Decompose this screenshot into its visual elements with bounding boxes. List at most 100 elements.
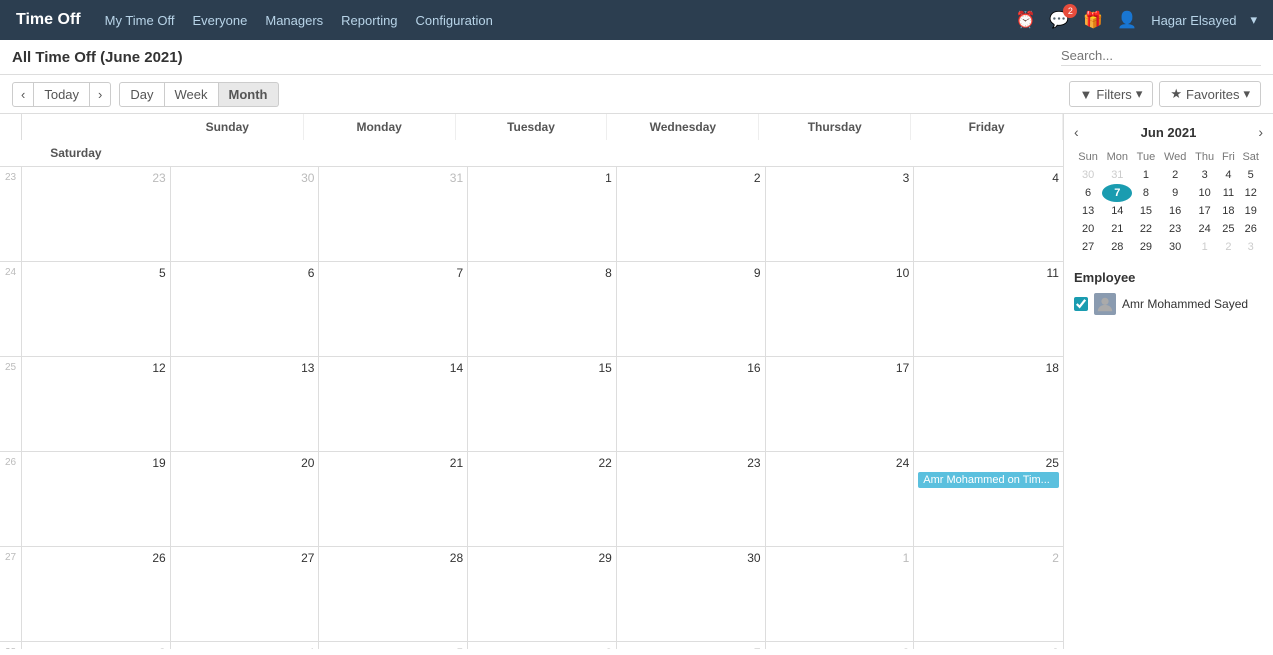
cal-day-tue-w1[interactable]: 31 [319, 167, 468, 262]
mini-day-11[interactable]: 11 [1218, 184, 1238, 202]
nav-reporting[interactable]: Reporting [341, 13, 397, 28]
mini-day-2-next[interactable]: 2 [1218, 238, 1238, 256]
mini-day-31-prev[interactable]: 31 [1102, 166, 1132, 184]
cal-day-fri-w6[interactable]: 8 [766, 642, 915, 649]
mini-day-30[interactable]: 30 [1159, 238, 1191, 256]
mini-day-28[interactable]: 28 [1102, 238, 1132, 256]
cal-day-tue-w6[interactable]: 5 [319, 642, 468, 649]
cal-day-sat-w3[interactable]: 18 [914, 357, 1063, 452]
chat-icon[interactable]: 💬 2 [1049, 10, 1069, 30]
nav-everyone[interactable]: Everyone [192, 13, 247, 28]
cal-day-fri-w1[interactable]: 3 [766, 167, 915, 262]
mini-day-22[interactable]: 22 [1132, 220, 1159, 238]
mini-day-21[interactable]: 21 [1102, 220, 1132, 238]
day-view-button[interactable]: Day [119, 82, 164, 107]
cal-day-sat-w1[interactable]: 4 [914, 167, 1063, 262]
mini-next-button[interactable]: › [1258, 124, 1263, 140]
mini-day-12[interactable]: 12 [1238, 184, 1263, 202]
next-button[interactable]: › [89, 82, 111, 107]
mini-day-9[interactable]: 9 [1159, 184, 1191, 202]
mini-day-3[interactable]: 3 [1191, 166, 1218, 184]
mini-day-7-today[interactable]: 7 [1102, 184, 1132, 202]
cal-day-sun-w5[interactable]: 26 [22, 547, 171, 642]
mini-day-30-prev[interactable]: 30 [1074, 166, 1102, 184]
cal-day-thu-w5[interactable]: 30 [617, 547, 766, 642]
cal-day-fri-w2[interactable]: 10 [766, 262, 915, 357]
cal-day-mon-w5[interactable]: 27 [171, 547, 320, 642]
mini-day-10[interactable]: 10 [1191, 184, 1218, 202]
cal-day-thu-w6[interactable]: 7 [617, 642, 766, 649]
employee-checkbox[interactable] [1074, 297, 1088, 311]
cal-day-sun-w6[interactable]: 3 [22, 642, 171, 649]
mini-prev-button[interactable]: ‹ [1074, 124, 1079, 140]
cal-day-thu-w2[interactable]: 9 [617, 262, 766, 357]
gift-icon[interactable]: 🎁 [1083, 10, 1103, 30]
week-view-button[interactable]: Week [165, 82, 219, 107]
mini-day-19[interactable]: 19 [1238, 202, 1263, 220]
clock-icon[interactable]: ⏰ [1016, 10, 1036, 30]
prev-button[interactable]: ‹ [12, 82, 34, 107]
cal-day-sun-w4[interactable]: 19 [22, 452, 171, 547]
mini-day-1-next[interactable]: 1 [1191, 238, 1218, 256]
mini-day-15[interactable]: 15 [1132, 202, 1159, 220]
cal-day-sat-w2[interactable]: 11 [914, 262, 1063, 357]
cal-event-amr[interactable]: Amr Mohammed on Tim... [918, 472, 1059, 488]
mini-day-5[interactable]: 5 [1238, 166, 1263, 184]
cal-day-mon-w1[interactable]: 30 [171, 167, 320, 262]
cal-day-wed-w3[interactable]: 15 [468, 357, 617, 452]
mini-day-16[interactable]: 16 [1159, 202, 1191, 220]
cal-day-tue-w5[interactable]: 28 [319, 547, 468, 642]
user-icon[interactable]: 👤 [1117, 10, 1137, 30]
mini-day-29[interactable]: 29 [1132, 238, 1159, 256]
filters-button[interactable]: ▼ Filters ▾ [1069, 81, 1154, 107]
cal-day-fri-w5[interactable]: 1 [766, 547, 915, 642]
cal-day-tue-w4[interactable]: 21 [319, 452, 468, 547]
cal-day-sun-w1[interactable]: 23 [22, 167, 171, 262]
cal-day-sat-w6[interactable]: 9 [914, 642, 1063, 649]
mini-day-4[interactable]: 4 [1218, 166, 1238, 184]
mini-day-20[interactable]: 20 [1074, 220, 1102, 238]
user-dropdown-icon[interactable]: ▾ [1250, 12, 1257, 28]
cal-day-fri-w3[interactable]: 17 [766, 357, 915, 452]
cal-day-sat-w4[interactable]: 25 Amr Mohammed on Tim... [914, 452, 1063, 547]
cal-day-mon-w3[interactable]: 13 [171, 357, 320, 452]
today-button[interactable]: Today [34, 82, 89, 107]
cal-day-wed-w1[interactable]: 1 [468, 167, 617, 262]
mini-day-25[interactable]: 25 [1218, 220, 1238, 238]
cal-day-thu-w1[interactable]: 2 [617, 167, 766, 262]
mini-day-13[interactable]: 13 [1074, 202, 1102, 220]
mini-day-14[interactable]: 14 [1102, 202, 1132, 220]
nav-my-time-off[interactable]: My Time Off [105, 13, 175, 28]
user-name[interactable]: Hagar Elsayed [1151, 13, 1236, 28]
mini-day-17[interactable]: 17 [1191, 202, 1218, 220]
mini-day-2[interactable]: 2 [1159, 166, 1191, 184]
cal-day-wed-w2[interactable]: 8 [468, 262, 617, 357]
cal-day-sun-w2[interactable]: 5 [22, 262, 171, 357]
cal-day-sat-w5[interactable]: 2 [914, 547, 1063, 642]
mini-day-3-next[interactable]: 3 [1238, 238, 1263, 256]
cal-day-tue-w3[interactable]: 14 [319, 357, 468, 452]
search-input[interactable] [1061, 48, 1261, 63]
mini-day-26[interactable]: 26 [1238, 220, 1263, 238]
nav-managers[interactable]: Managers [265, 13, 323, 28]
mini-day-18[interactable]: 18 [1218, 202, 1238, 220]
mini-day-8[interactable]: 8 [1132, 184, 1159, 202]
nav-configuration[interactable]: Configuration [416, 13, 493, 28]
mini-day-1[interactable]: 1 [1132, 166, 1159, 184]
cal-day-mon-w2[interactable]: 6 [171, 262, 320, 357]
cal-day-wed-w6[interactable]: 6 [468, 642, 617, 649]
cal-day-tue-w2[interactable]: 7 [319, 262, 468, 357]
cal-day-thu-w3[interactable]: 16 [617, 357, 766, 452]
cal-day-mon-w4[interactable]: 20 [171, 452, 320, 547]
mini-day-24[interactable]: 24 [1191, 220, 1218, 238]
favorites-button[interactable]: ★ Favorites ▾ [1159, 81, 1261, 107]
cal-day-fri-w4[interactable]: 24 [766, 452, 915, 547]
cal-day-sun-w3[interactable]: 12 [22, 357, 171, 452]
mini-day-23[interactable]: 23 [1159, 220, 1191, 238]
cal-day-wed-w4[interactable]: 22 [468, 452, 617, 547]
cal-day-mon-w6[interactable]: 4 [171, 642, 320, 649]
cal-day-thu-w4[interactable]: 23 [617, 452, 766, 547]
cal-day-wed-w5[interactable]: 29 [468, 547, 617, 642]
mini-day-6[interactable]: 6 [1074, 184, 1102, 202]
mini-day-27[interactable]: 27 [1074, 238, 1102, 256]
